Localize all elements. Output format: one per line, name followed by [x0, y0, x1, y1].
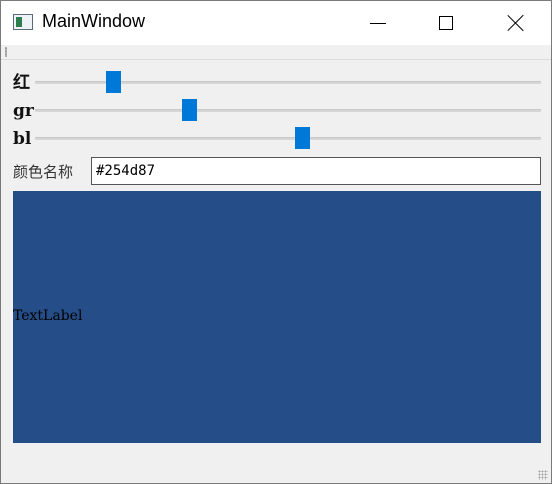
window-title: MainWindow — [42, 11, 146, 31]
toolbar-grip-handle[interactable] — [5, 47, 7, 57]
blue-slider-label: bl — [13, 129, 32, 149]
size-grip-handle[interactable] — [538, 470, 548, 480]
red-slider-label: 红 — [13, 73, 30, 93]
close-button[interactable] — [481, 1, 551, 45]
color-name-input[interactable] — [91, 157, 541, 185]
title-bar[interactable]: MainWindow — [1, 1, 551, 45]
blue-slider-thumb[interactable] — [295, 127, 311, 149]
green-slider-track[interactable] — [35, 109, 541, 112]
app-window-icon — [13, 14, 33, 30]
red-slider-thumb[interactable] — [106, 71, 122, 93]
green-slider-row: gr — [13, 99, 543, 123]
green-slider-thumb[interactable] — [182, 99, 198, 121]
red-slider-row: 红 — [13, 71, 543, 95]
toolbar-separator — [1, 59, 551, 60]
blue-slider-row: bl — [13, 127, 543, 151]
close-icon — [507, 14, 525, 32]
color-name-label: 颜色名称 — [13, 163, 74, 181]
blue-slider-track[interactable] — [35, 137, 541, 140]
main-window: MainWindow 红 gr bl 颜色名称 TextLabel — [0, 0, 552, 484]
preview-text: TextLabel — [13, 308, 83, 324]
green-slider-label: gr — [13, 101, 34, 121]
minimize-button[interactable] — [343, 1, 413, 45]
minimize-icon — [370, 22, 386, 24]
maximize-icon — [439, 16, 453, 30]
color-name-row: 颜色名称 — [13, 157, 541, 185]
color-preview-label: TextLabel — [13, 191, 541, 443]
maximize-button[interactable] — [411, 1, 481, 45]
